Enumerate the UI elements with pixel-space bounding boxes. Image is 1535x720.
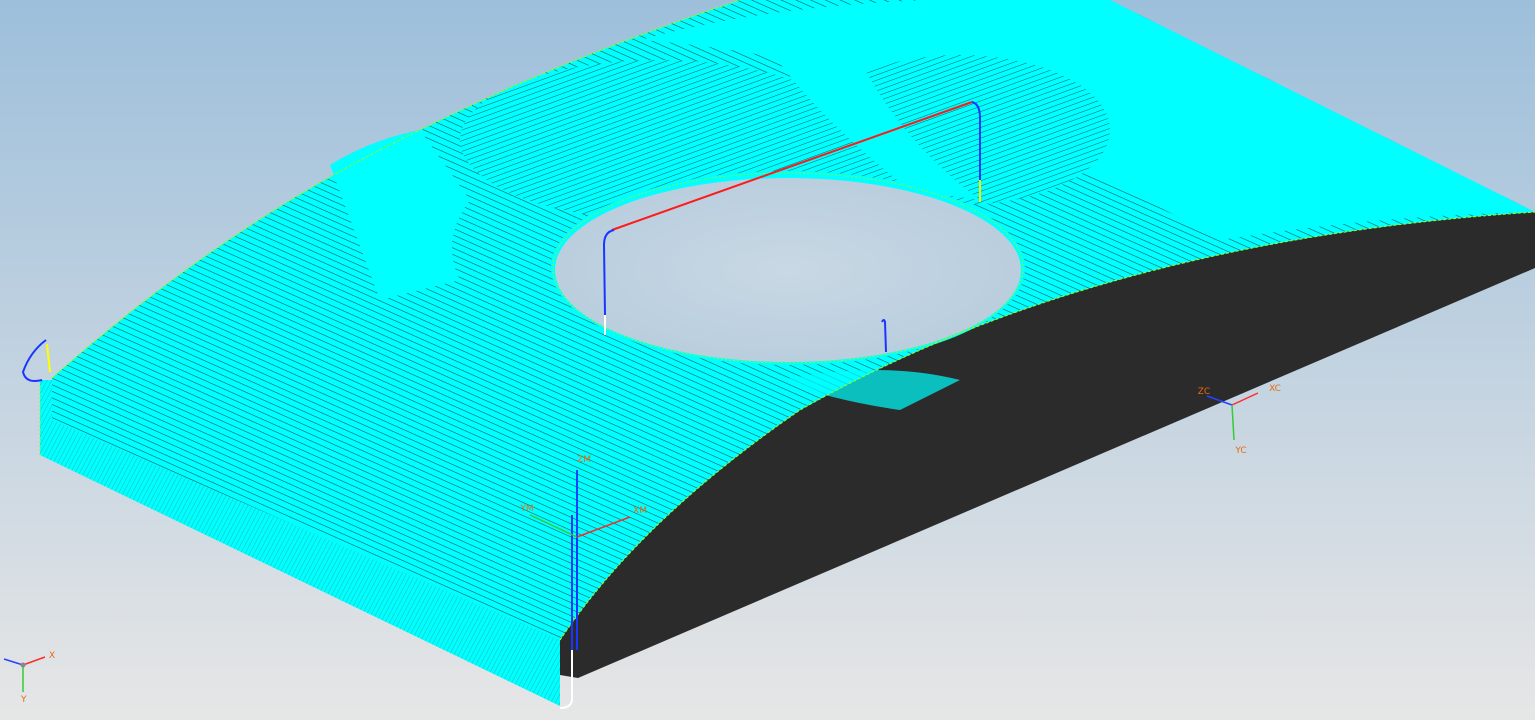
abs-y-label: Y — [20, 695, 27, 705]
abs-x-label: X — [49, 651, 55, 661]
graphics-viewport[interactable]: XM YM ZM XC ZC YC X Y — [0, 0, 1535, 720]
cam-toolpath-scene[interactable]: XM YM ZM XC ZC YC X Y — [0, 0, 1535, 720]
mcs-y-label: YM — [519, 504, 533, 514]
mcs-z-label: ZM — [577, 455, 591, 465]
wcs-z-label: ZC — [1198, 387, 1210, 397]
mcs-x-label: XM — [633, 506, 647, 516]
abs-origin — [20, 662, 26, 668]
wcs-y-label: YC — [1234, 446, 1246, 456]
part-hole — [555, 178, 1021, 362]
wcs-x-label: XC — [1269, 384, 1281, 394]
